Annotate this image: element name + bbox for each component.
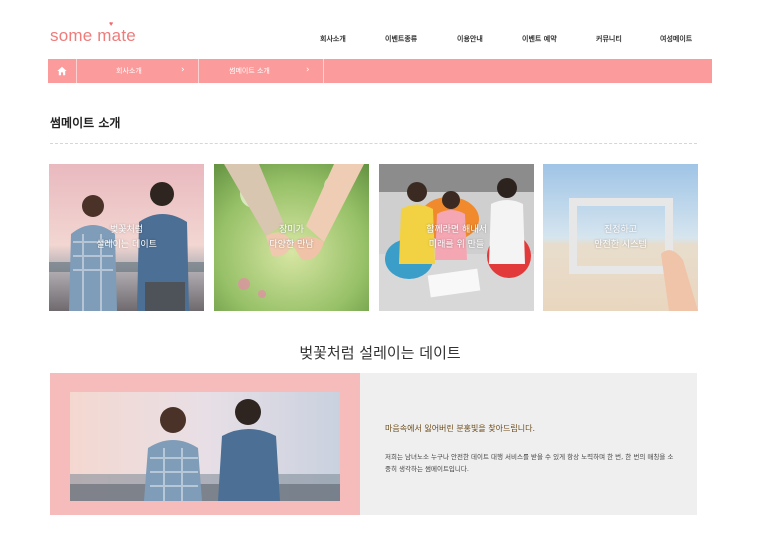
breadcrumb: 회사소개 › 썸메이트 소개 ›: [48, 59, 712, 83]
card-caption-line2: 미래를 위 만들: [428, 239, 485, 250]
card-caption-line1: 벚꽃처럼: [109, 224, 144, 235]
card-caption-line1: 함께라면 해내서: [426, 224, 487, 235]
title-divider: [50, 143, 697, 144]
card-caption: 장미가 다양한 만남: [214, 164, 369, 311]
feature-card-rose-meeting[interactable]: 장미가 다양한 만남: [214, 164, 369, 311]
feature-image-panel: [50, 373, 360, 515]
card-caption-line2: 다양한 만남: [269, 239, 314, 250]
chevron-right-icon: ›: [181, 65, 185, 75]
nav-item-female-mate[interactable]: 여성메이트: [660, 34, 692, 44]
breadcrumb-divider: [198, 59, 199, 83]
feature-description: 저희는 남녀노소 누구나 안전한 데이트 대행 서비스를 받을 수 있게 항상 …: [385, 453, 674, 473]
page-title: 썸메이트 소개: [50, 116, 121, 130]
card-caption-line1: 장미가: [279, 224, 304, 235]
nav-item-guide[interactable]: 이용안내: [457, 34, 483, 44]
nav-item-company[interactable]: 회사소개: [320, 34, 346, 44]
card-caption: 진정하고 안전한 시스템: [543, 164, 698, 311]
breadcrumb-home[interactable]: [48, 59, 76, 83]
card-caption-line2: 설레이는 데이트: [96, 239, 157, 250]
breadcrumb-item-company[interactable]: 회사소개: [116, 59, 142, 83]
site-header: some mate ♥ 회사소개 이벤트종류 이용안내 이벤트 예약 커뮤니티 …: [0, 0, 760, 58]
main-nav: 회사소개 이벤트종류 이용안내 이벤트 예약 커뮤니티 여성메이트: [0, 34, 760, 46]
card-caption-line2: 안전한 시스템: [594, 239, 647, 250]
card-caption: 벚꽃처럼 설레이는 데이트: [49, 164, 204, 311]
chevron-right-icon: ›: [306, 65, 310, 75]
nav-item-event-types[interactable]: 이벤트종류: [385, 34, 417, 44]
breadcrumb-item-about[interactable]: 썸메이트 소개: [229, 59, 270, 83]
feature-photo: [70, 392, 340, 501]
feature-photo-couple: [70, 392, 340, 501]
heart-icon: ♥: [109, 21, 114, 28]
breadcrumb-divider: [76, 59, 77, 83]
card-caption-line1: 진정하고: [603, 224, 638, 235]
home-icon: [57, 66, 67, 76]
nav-item-reservation[interactable]: 이벤트 예약: [522, 34, 557, 44]
feature-headline: 마음속에서 잃어버린 분홍빛을 찾아드립니다.: [385, 424, 536, 433]
feature-block: 마음속에서 잃어버린 분홍빛을 찾아드립니다. 저희는 남녀노소 누구나 안전한…: [50, 373, 697, 515]
breadcrumb-divider: [323, 59, 324, 83]
feature-card-cherry-date[interactable]: 벚꽃처럼 설레이는 데이트: [49, 164, 204, 311]
card-caption: 함께라면 해내서 미래를 위 만들: [379, 164, 534, 311]
feature-card-together[interactable]: 함께라면 해내서 미래를 위 만들: [379, 164, 534, 311]
nav-item-community[interactable]: 커뮤니티: [596, 34, 622, 44]
feature-card-safe-system[interactable]: 진정하고 안전한 시스템: [543, 164, 698, 311]
section-heading: 벚꽃처럼 설레이는 데이트: [299, 344, 461, 362]
